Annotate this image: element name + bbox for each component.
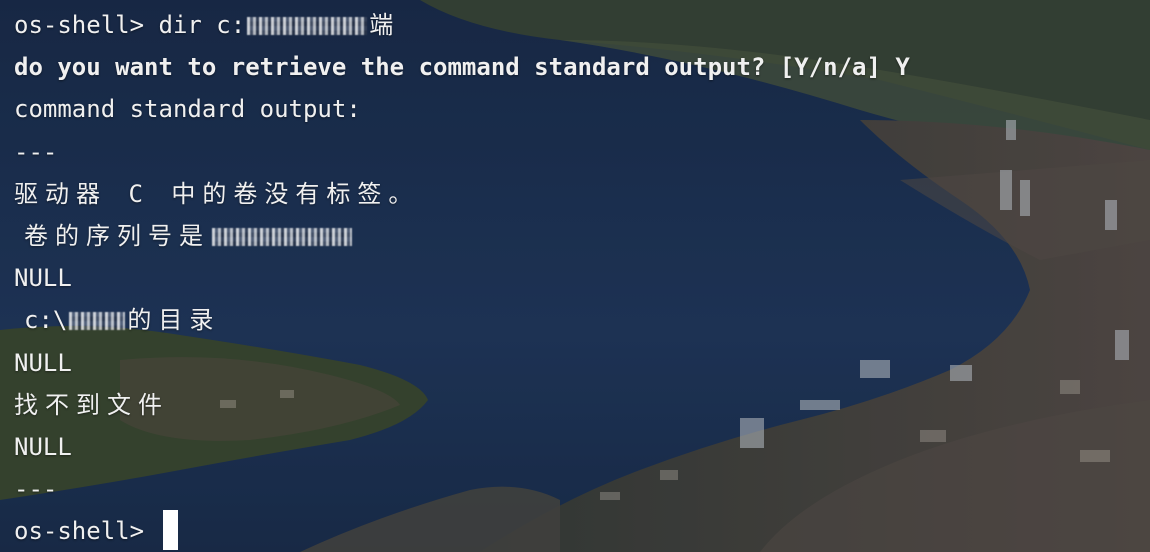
null-output-2: NULL [14,348,72,377]
redacted-serial [212,227,352,246]
output-header: command standard output: [14,95,361,124]
prompt: os-shell> [14,11,145,39]
terminal-window[interactable]: os-shell> dir c: 端 do you want to retriev… [0,0,1150,552]
directory-path: c:\ [24,306,68,335]
command-text: dir c: [158,11,246,39]
directory-suffix: 的目录 [127,306,221,335]
command-suffix: 端 [369,11,401,39]
separator-top: --- [14,137,58,166]
volume-label-text: 驱动器 C 中的卷没有标签。 [14,179,420,208]
null-output-3: NULL [14,432,72,461]
text-cursor[interactable] [162,510,178,551]
serial-label: 卷的序列号是 [24,221,210,250]
terminal-output[interactable]: os-shell> dir c: 端 do you want to retriev… [14,4,1144,552]
null-output-1: NULL [14,264,72,293]
file-not-found: 找不到文件 [14,390,169,419]
separator-bottom: --- [14,475,58,504]
confirm-question: do you want to retrieve the command stan… [14,53,910,82]
input-line[interactable]: os-shell> [14,510,1144,552]
final-prompt: os-shell> [14,517,145,546]
prompt-line: os-shell> dir c: 端 [14,4,1144,46]
redacted-dir [69,312,126,331]
serial-line: 卷的序列号是 [14,215,1144,257]
redacted-path [247,17,368,35]
directory-line: c:\ 的目录 [14,299,1144,341]
